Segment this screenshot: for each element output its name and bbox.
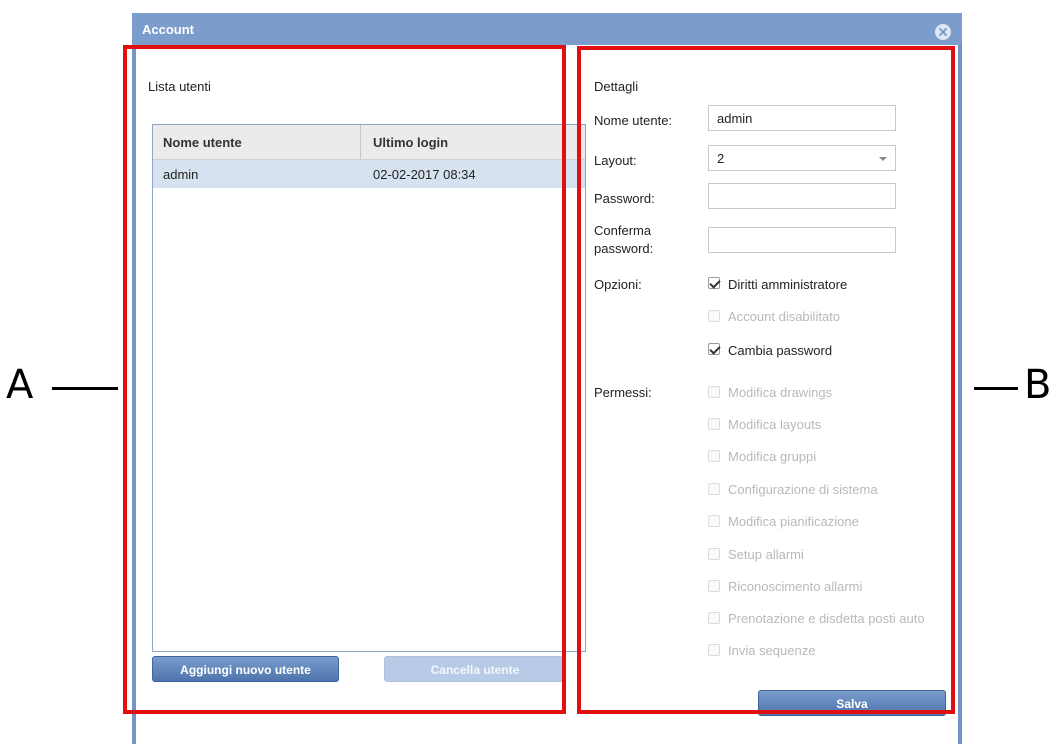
annotation-letter-a: A (6, 362, 34, 408)
dialog-titlebar[interactable]: Account (132, 13, 962, 45)
annotation-box-a (123, 45, 566, 714)
dialog-title: Account (142, 22, 194, 37)
annotation-letter-b: B (1024, 362, 1052, 408)
annotation-box-b (577, 46, 955, 714)
annotation-line-a (52, 387, 118, 390)
close-circle-icon[interactable] (935, 24, 951, 40)
annotation-line-b (974, 387, 1018, 390)
